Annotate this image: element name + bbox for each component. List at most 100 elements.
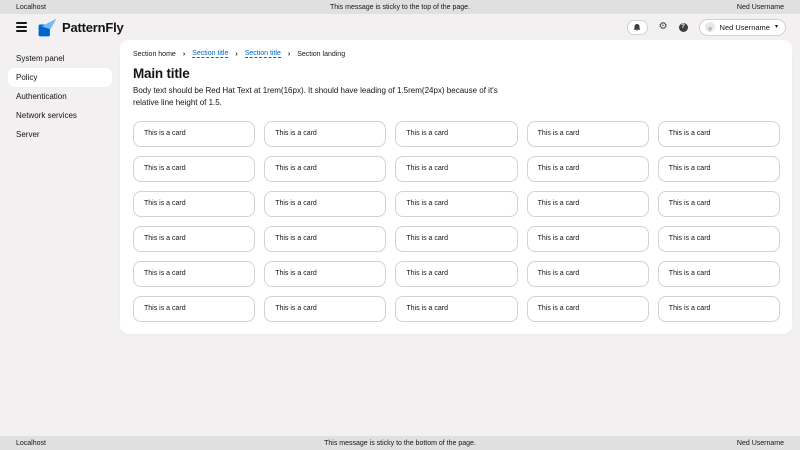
card-title: This is a card bbox=[669, 270, 711, 277]
user-menu-dropdown[interactable]: Ned Username ▾ bbox=[699, 19, 786, 36]
card: This is a card bbox=[395, 261, 517, 287]
top-sticky-banner: This message is sticky to the top of the… bbox=[0, 0, 800, 14]
card-title: This is a card bbox=[669, 235, 711, 242]
card: This is a card bbox=[658, 191, 780, 217]
top-banner-username: Ned Username bbox=[737, 4, 784, 11]
card-title: This is a card bbox=[669, 305, 711, 312]
nav-toggle-hamburger-icon[interactable] bbox=[16, 22, 27, 32]
card: This is a card bbox=[527, 191, 649, 217]
card: This is a card bbox=[527, 226, 649, 252]
help-button[interactable]: ? bbox=[679, 23, 688, 32]
card-title: This is a card bbox=[669, 130, 711, 137]
card: This is a card bbox=[264, 296, 386, 322]
card-title: This is a card bbox=[275, 130, 317, 137]
card-title: This is a card bbox=[275, 200, 317, 207]
sidebar-item-label: Server bbox=[16, 130, 40, 139]
settings-button[interactable]: ⚙ bbox=[659, 22, 668, 32]
card-title: This is a card bbox=[538, 130, 580, 137]
card-title: This is a card bbox=[144, 235, 186, 242]
card: This is a card bbox=[133, 121, 255, 147]
card: This is a card bbox=[658, 261, 780, 287]
patternfly-logo-icon bbox=[38, 18, 57, 37]
card-title: This is a card bbox=[275, 235, 317, 242]
page-title: Main title bbox=[133, 66, 780, 81]
card: This is a card bbox=[658, 226, 780, 252]
top-banner-message: This message is sticky to the top of the… bbox=[0, 4, 800, 11]
body-text: Body text should be Red Hat Text at 1rem… bbox=[133, 85, 525, 109]
brand[interactable]: PatternFly bbox=[38, 18, 124, 37]
card-title: This is a card bbox=[144, 305, 186, 312]
card-title: This is a card bbox=[275, 305, 317, 312]
card: This is a card bbox=[395, 226, 517, 252]
bell-icon bbox=[633, 23, 641, 32]
sidebar-item-authentication[interactable]: Authentication bbox=[8, 87, 112, 106]
breadcrumb-link[interactable]: Section title bbox=[192, 50, 228, 58]
question-circle-icon: ? bbox=[679, 23, 688, 32]
sidebar-item-label: Authentication bbox=[16, 92, 67, 101]
user-avatar-icon bbox=[705, 22, 715, 32]
card-title: This is a card bbox=[406, 270, 448, 277]
card: This is a card bbox=[527, 261, 649, 287]
breadcrumb-item: Section home bbox=[133, 51, 176, 58]
sidebar-item-label: System panel bbox=[16, 54, 64, 63]
sidebar-item-label: Network services bbox=[16, 111, 77, 120]
card: This is a card bbox=[133, 156, 255, 182]
card-grid: This is a card This is a card This is a ca… bbox=[133, 121, 780, 322]
card: This is a card bbox=[395, 191, 517, 217]
breadcrumb-link[interactable]: Section title bbox=[245, 50, 281, 58]
top-banner-localhost: Localhost bbox=[16, 4, 46, 11]
card: This is a card bbox=[658, 296, 780, 322]
card-title: This is a card bbox=[538, 200, 580, 207]
card: This is a card bbox=[527, 296, 649, 322]
sidebar-item-label: Policy bbox=[16, 73, 37, 82]
bottom-banner-message: This message is sticky to the bottom of … bbox=[0, 440, 800, 447]
bottom-sticky-banner: This message is sticky to the bottom of … bbox=[0, 436, 800, 450]
card: This is a card bbox=[264, 156, 386, 182]
card-title: This is a card bbox=[275, 165, 317, 172]
card: This is a card bbox=[658, 121, 780, 147]
breadcrumb-separator-icon: › bbox=[288, 51, 290, 58]
card-title: This is a card bbox=[406, 235, 448, 242]
card-title: This is a card bbox=[144, 165, 186, 172]
gear-icon: ⚙ bbox=[659, 22, 668, 32]
card-title: This is a card bbox=[144, 200, 186, 207]
breadcrumb: Section home › Section title › Section title… bbox=[133, 50, 780, 58]
card-title: This is a card bbox=[406, 130, 448, 137]
card: This is a card bbox=[264, 226, 386, 252]
card-title: This is a card bbox=[538, 305, 580, 312]
card: This is a card bbox=[133, 226, 255, 252]
breadcrumb-separator-icon: › bbox=[235, 51, 237, 58]
card: This is a card bbox=[133, 261, 255, 287]
card: This is a card bbox=[395, 156, 517, 182]
card: This is a card bbox=[133, 191, 255, 217]
sidebar-item-network-services[interactable]: Network services bbox=[8, 106, 112, 125]
card-title: This is a card bbox=[275, 270, 317, 277]
masthead: PatternFly ⚙ ? Ned Username ▾ bbox=[0, 14, 800, 40]
notifications-bell-button[interactable] bbox=[627, 20, 648, 35]
card-title: This is a card bbox=[538, 235, 580, 242]
sidebar-nav: System panel Policy Authentication Network … bbox=[0, 40, 120, 436]
card-title: This is a card bbox=[406, 165, 448, 172]
bottom-banner-localhost: Localhost bbox=[16, 440, 46, 447]
card: This is a card bbox=[527, 121, 649, 147]
card: This is a card bbox=[658, 156, 780, 182]
card: This is a card bbox=[133, 296, 255, 322]
brand-name: PatternFly bbox=[62, 20, 124, 35]
card-title: This is a card bbox=[669, 200, 711, 207]
card: This is a card bbox=[395, 121, 517, 147]
user-menu-label: Ned Username bbox=[720, 23, 770, 32]
sidebar-item-server[interactable]: Server bbox=[8, 125, 112, 144]
card-title: This is a card bbox=[144, 270, 186, 277]
card: This is a card bbox=[264, 191, 386, 217]
card: This is a card bbox=[264, 261, 386, 287]
card-title: This is a card bbox=[538, 270, 580, 277]
main-content-panel: Section home › Section title › Section title… bbox=[120, 40, 792, 334]
card: This is a card bbox=[527, 156, 649, 182]
sidebar-item-system-panel[interactable]: System panel bbox=[8, 49, 112, 68]
masthead-toolbar: ⚙ ? Ned Username ▾ bbox=[627, 19, 786, 36]
breadcrumb-item: Section landing bbox=[297, 51, 345, 58]
sidebar-item-policy[interactable]: Policy bbox=[8, 68, 112, 87]
breadcrumb-separator-icon: › bbox=[183, 51, 185, 58]
bottom-banner-username: Ned Username bbox=[737, 440, 784, 447]
card-title: This is a card bbox=[144, 130, 186, 137]
